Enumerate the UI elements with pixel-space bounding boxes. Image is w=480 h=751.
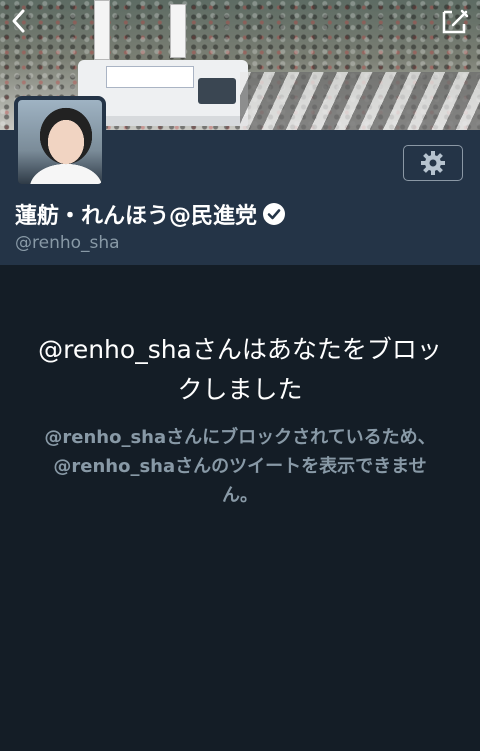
avatar[interactable] xyxy=(14,96,106,188)
gear-icon xyxy=(421,151,445,175)
truck-sign xyxy=(106,66,194,88)
display-name-text: 蓮舫・れんほう@民進党 xyxy=(15,204,258,229)
banner-crosswalk xyxy=(240,72,480,130)
blocked-description: @renho_shaさんにブロックされているため、@renho_shaさんのツイ… xyxy=(44,427,436,506)
compose-icon xyxy=(442,9,469,34)
compose-button[interactable] xyxy=(440,8,470,36)
truck-window xyxy=(198,78,236,104)
blocked-title: @renho_shaさんはあなたをブロックしました xyxy=(38,335,442,404)
banner-flag xyxy=(94,0,110,60)
banner-flag xyxy=(170,4,186,58)
back-button[interactable] xyxy=(4,6,34,36)
chevron-left-icon xyxy=(12,9,25,33)
verified-badge-icon xyxy=(263,203,286,225)
profile-handle: @renho_sha xyxy=(15,233,120,253)
settings-button[interactable] xyxy=(403,145,463,181)
profile-display-name: 蓮舫・れんほう@民進党 xyxy=(15,198,286,230)
